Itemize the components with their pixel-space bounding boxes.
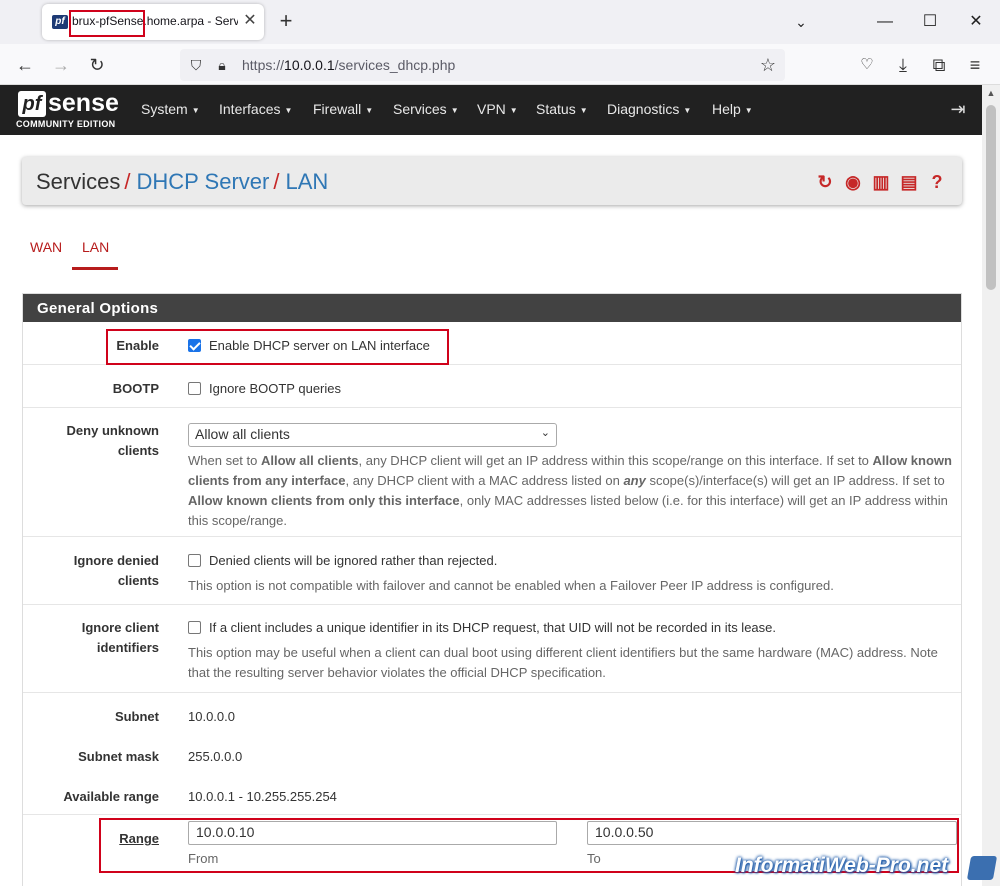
menu-vpn[interactable]: VPN ▼ xyxy=(477,101,518,117)
subnet-value: 10.0.0.0 xyxy=(188,709,235,724)
deny-unknown-help: When set to Allow all clients, any DHCP … xyxy=(188,453,952,528)
menu-diagnostics[interactable]: Diagnostics ▼ xyxy=(607,101,691,117)
panel-heading: General Options xyxy=(23,294,961,322)
browser-nav-bar: ← → ↻ ⛉ 🔒︎ https://10.0.0.1/services_dhc… xyxy=(0,44,1000,85)
caret-down-icon: ▼ xyxy=(284,105,293,115)
new-tab-button[interactable]: + xyxy=(274,9,298,33)
maximize-button[interactable]: ☐ xyxy=(915,8,945,36)
ignore-denied-label: Ignore denied clients xyxy=(73,553,159,588)
ignore-client-ids-row: Ignore client identifiers If a client inc… xyxy=(23,605,961,693)
watermark-laptop-icon xyxy=(966,856,998,880)
pocket-icon[interactable]: ♡ xyxy=(854,52,880,78)
subnet-mask-label: Subnet mask xyxy=(78,749,159,764)
caret-down-icon: ▼ xyxy=(744,105,753,115)
status-chart-icon[interactable]: ▥ xyxy=(870,171,892,193)
menu-interfaces[interactable]: Interfaces ▼ xyxy=(219,101,292,117)
extensions-icon[interactable]: ⧉ xyxy=(926,52,952,78)
tab-close-icon[interactable]: ✕ xyxy=(241,12,259,30)
bookmark-star-icon[interactable]: ☆ xyxy=(758,55,778,75)
subnet-row: Subnet 10.0.0.0 xyxy=(23,693,961,733)
logout-icon[interactable]: ⇥ xyxy=(946,99,970,121)
watermark-text: InformatiWeb-Pro.net xyxy=(735,854,949,877)
ignore-client-ids-checkbox-field[interactable]: If a client includes a unique identifier… xyxy=(188,618,776,638)
pfsense-navbar: pf sense COMMUNITY EDITION System ▼ Inter… xyxy=(0,85,982,135)
caret-down-icon: ▼ xyxy=(365,105,374,115)
tab-lan[interactable]: LAN xyxy=(82,239,109,255)
subnet-mask-row: Subnet mask 255.0.0.0 xyxy=(23,733,961,773)
page-scrollbar[interactable]: ▲ xyxy=(982,85,1000,886)
downloads-icon[interactable]: ⤓ xyxy=(890,52,916,78)
tab-wan[interactable]: WAN xyxy=(30,239,62,255)
menu-system[interactable]: System ▼ xyxy=(141,101,200,117)
breadcrumb-services: Services xyxy=(36,169,121,194)
breadcrumb-lan-link[interactable]: LAN xyxy=(285,169,328,194)
address-bar[interactable]: ⛉ 🔒︎ https://10.0.0.1/services_dhcp.php … xyxy=(180,49,785,81)
deny-unknown-row: Deny unknown clients Allow all clients ⌄ W… xyxy=(23,408,961,537)
pfsense-favicon-icon: pf xyxy=(52,15,68,29)
available-range-row: Available range 10.0.0.1 - 10.255.255.25… xyxy=(23,773,961,815)
bootp-label: BOOTP xyxy=(112,381,159,396)
menu-services[interactable]: Services ▼ xyxy=(393,101,459,117)
help-icon[interactable]: ? xyxy=(926,171,948,193)
restart-service-icon[interactable]: ↻ xyxy=(814,171,836,193)
pfsense-logo[interactable]: pf sense COMMUNITY EDITION xyxy=(16,89,124,131)
breadcrumb-trail: Services / DHCP Server / LAN xyxy=(36,169,329,194)
bootp-checkbox-field[interactable]: Ignore BOOTP queries xyxy=(188,379,341,399)
url-text[interactable]: https://10.0.0.1/services_dhcp.php xyxy=(242,57,455,73)
subnet-mask-value: 255.0.0.0 xyxy=(188,749,243,764)
available-range-label: Available range xyxy=(63,789,159,804)
tab-title-highlight-box xyxy=(69,10,145,37)
chevron-down-icon: ⌄ xyxy=(540,427,550,439)
ignore-denied-help: This option is not compatible with failo… xyxy=(188,578,834,593)
subnet-label: Subnet xyxy=(114,709,159,724)
ignore-client-ids-label: Ignore client identifiers xyxy=(81,620,159,655)
tab-list-chevron-icon[interactable]: ⌄ xyxy=(786,8,816,36)
ignore-denied-checkbox-field[interactable]: Denied clients will be ignored rather th… xyxy=(188,551,497,571)
reload-icon[interactable]: ↻ xyxy=(84,52,110,78)
minimize-button[interactable]: — xyxy=(870,8,900,36)
active-tab-indicator xyxy=(72,267,118,270)
ignore-client-ids-help: This option may be useful when a client … xyxy=(188,645,938,680)
scroll-up-icon[interactable]: ▲ xyxy=(986,88,996,98)
bootp-row: BOOTP Ignore BOOTP queries xyxy=(23,365,961,408)
page-content: Services / DHCP Server / LAN ↻ ◉ ▥ ▤? WAN LAN G… xyxy=(0,135,982,886)
forward-arrow-icon[interactable]: → xyxy=(48,52,74,78)
deny-unknown-select[interactable]: Allow all clients ⌄ xyxy=(188,423,557,447)
app-menu-icon[interactable]: ≡ xyxy=(962,52,988,78)
log-list-icon[interactable]: ▤ xyxy=(898,171,920,193)
breadcrumb: Services / DHCP Server / LAN ↻ ◉ ▥ ▤? xyxy=(22,157,962,205)
caret-down-icon: ▼ xyxy=(579,105,588,115)
ignore-client-ids-checkbox[interactable] xyxy=(188,621,201,634)
scroll-thumb[interactable] xyxy=(986,105,996,290)
enable-highlight-box xyxy=(106,329,449,365)
lock-icon[interactable]: 🔒︎ xyxy=(212,55,232,75)
deny-unknown-label: Deny unknown clients xyxy=(66,423,159,458)
stop-service-icon[interactable]: ◉ xyxy=(842,171,864,193)
close-window-button[interactable]: ✕ xyxy=(961,8,991,36)
caret-down-icon: ▼ xyxy=(191,105,200,115)
ignore-denied-checkbox[interactable] xyxy=(188,554,201,567)
bootp-checkbox[interactable] xyxy=(188,382,201,395)
menu-help[interactable]: Help ▼ xyxy=(712,101,753,117)
ignore-denied-row: Ignore denied clients Denied clients will… xyxy=(23,537,961,605)
caret-down-icon: ▼ xyxy=(509,105,518,115)
menu-status[interactable]: Status ▼ xyxy=(536,101,588,117)
menu-firewall[interactable]: Firewall ▼ xyxy=(313,101,373,117)
back-arrow-icon[interactable]: ← xyxy=(12,52,38,78)
browser-tab-bar: pf brux-pfSense.home.arpa - Servi ✕ + ⌄ … xyxy=(0,0,1000,44)
caret-down-icon: ▼ xyxy=(450,105,459,115)
available-range-value: 10.0.0.1 - 10.255.255.254 xyxy=(188,789,337,804)
general-options-panel: General Options Enable Enable DHCP serve… xyxy=(22,293,962,886)
shield-icon[interactable]: ⛉ xyxy=(186,55,206,75)
caret-down-icon: ▼ xyxy=(683,105,692,115)
breadcrumb-dhcp-server-link[interactable]: DHCP Server xyxy=(136,169,269,194)
breadcrumb-icons: ↻ ◉ ▥ ▤? xyxy=(808,171,948,193)
